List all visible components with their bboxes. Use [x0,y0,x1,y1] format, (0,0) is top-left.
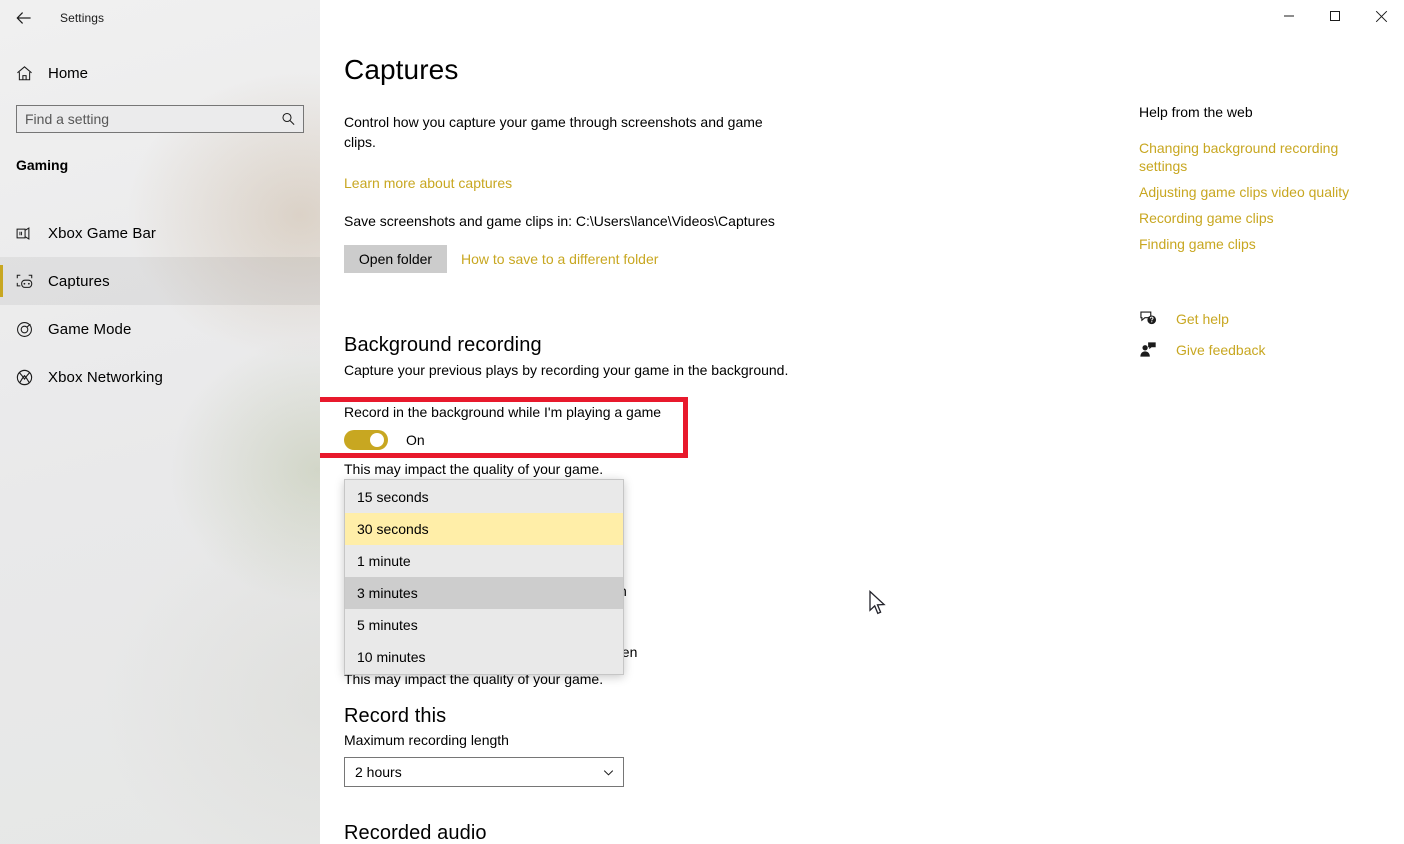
search-icon[interactable] [281,112,296,127]
dropdown-option-selected[interactable]: 30 seconds [345,513,623,545]
max-recording-length-label: Maximum recording length [344,732,509,748]
chevron-down-icon [602,766,615,779]
combobox-value: 2 hours [355,764,402,780]
recorded-audio-heading: Recorded audio [344,822,487,844]
search-container [16,105,304,133]
close-icon[interactable] [1358,0,1404,32]
help-link[interactable]: Adjusting game clips video quality [1139,183,1379,201]
different-folder-link[interactable]: How to save to a different folder [461,251,658,267]
help-link[interactable]: Recording game clips [1139,209,1379,227]
give-feedback-action[interactable]: Give feedback [1139,334,1379,365]
help-action-label: Get help [1176,310,1229,327]
dropdown-option[interactable]: 1 minute [345,545,623,577]
sidebar-item-game-mode[interactable]: Game Mode [0,305,320,353]
captures-icon [0,272,48,291]
max-recording-length-combobox[interactable]: 2 hours [344,757,624,787]
game-mode-icon [0,320,48,339]
get-help-icon [1139,310,1169,327]
record-background-toggle-label: Record in the background while I'm playi… [344,404,662,420]
open-folder-button[interactable]: Open folder [344,245,447,273]
page-description: Control how you capture your game throug… [344,114,763,150]
get-help-action[interactable]: Get help [1139,303,1379,334]
dropdown-option[interactable]: 15 seconds [345,481,623,513]
dropdown-option[interactable]: 5 minutes [345,609,623,641]
folder-actions: Open folder How to save to a different f… [344,245,658,273]
record-this-heading: Record this [344,705,447,727]
sidebar-nav-list: Xbox Game Bar Captures Game Mode Xbox Ne… [0,209,320,401]
background-recording-heading: Background recording [344,334,542,356]
learn-more-link[interactable]: Learn more about captures [344,175,512,191]
window-controls [1266,0,1404,32]
sidebar-item-xbox-game-bar[interactable]: Xbox Game Bar [0,209,320,257]
help-link[interactable]: Changing background recording settings [1139,139,1379,175]
save-location-text: Save screenshots and game clips in: C:\U… [344,213,775,229]
search-input[interactable] [17,106,303,132]
game-bar-icon [0,224,48,243]
maximize-icon[interactable] [1312,0,1358,32]
app-title: Settings [60,11,105,25]
help-section-title: Help from the web [1139,104,1253,120]
give-feedback-icon [1139,341,1169,358]
record-background-toggle[interactable] [344,430,388,450]
impact-note-1: This may impact the quality of your game… [344,461,604,477]
record-background-toggle-row: On [344,430,425,450]
sidebar-item-home[interactable]: Home [0,57,320,89]
background-recording-description: Capture your previous plays by recording… [344,362,789,378]
dropdown-option-hovered[interactable]: 3 minutes [345,577,623,609]
home-icon [0,64,48,83]
toggle-state-label: On [406,432,425,448]
sidebar-item-label: Captures [48,272,110,290]
sidebar-group-title: Gaming [16,157,69,173]
search-box[interactable] [16,105,304,133]
sidebar-item-xbox-networking[interactable]: Xbox Networking [0,353,320,401]
sidebar-item-label: Game Mode [48,320,132,338]
home-label: Home [48,64,89,82]
back-icon[interactable] [2,2,46,34]
page-title: Captures [344,54,459,85]
settings-window: Settings Home Find a setting Gaming Xbox… [0,0,1404,844]
help-actions-list: Get help Give feedback [1139,303,1379,365]
toggle-knob [370,433,384,447]
help-action-label: Give feedback [1176,341,1266,358]
minimize-icon[interactable] [1266,0,1312,32]
main-content: Captures Control how you capture your ga… [320,0,1404,844]
sidebar-item-label: Xbox Game Bar [48,224,157,242]
help-link[interactable]: Finding game clips [1139,235,1379,253]
titlebar-left: Settings [0,0,320,36]
dropdown-option[interactable]: 10 minutes [345,641,623,673]
sidebar-item-captures[interactable]: Captures [0,257,320,305]
mouse-cursor [868,590,888,622]
help-links-list: Changing background recording settings A… [1139,139,1379,261]
recording-duration-dropdown-list[interactable]: 15 seconds 30 seconds 1 minute 3 minutes… [344,479,624,675]
navigation-sidebar: Settings Home Find a setting Gaming Xbox… [0,0,320,844]
xbox-icon [0,368,48,387]
sidebar-item-label: Xbox Networking [48,368,163,386]
